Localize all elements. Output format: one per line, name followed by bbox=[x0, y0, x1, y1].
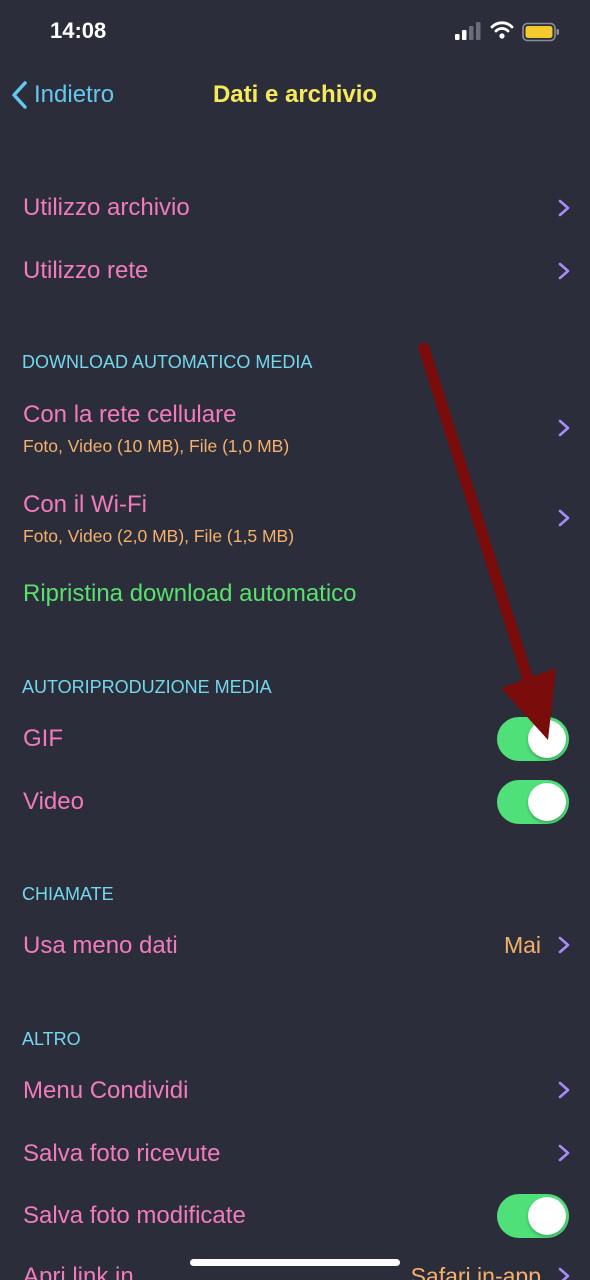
status-time: 14:08 bbox=[50, 18, 107, 43]
chevron-right-icon bbox=[558, 419, 570, 437]
reset-label: Ripristina download automatico bbox=[23, 580, 357, 607]
row-label: Utilizzo archivio bbox=[23, 194, 190, 221]
open-links-row[interactable]: Apri link in Safari in-app bbox=[0, 1252, 590, 1280]
save-received-photos-row[interactable]: Salva foto ricevute bbox=[0, 1126, 590, 1180]
chevron-right-icon bbox=[558, 1081, 570, 1099]
page-title: Dati e archivio bbox=[212, 81, 378, 108]
row-detail: Foto, Video (2,0 MB), File (1,5 MB) bbox=[23, 526, 295, 546]
toggle-knob bbox=[528, 783, 566, 821]
chevron-right-icon bbox=[558, 262, 570, 280]
toggle-knob bbox=[528, 1197, 566, 1235]
reset-auto-download-button[interactable]: Ripristina download automatico bbox=[0, 568, 590, 620]
section-header-other: ALTRO bbox=[22, 1029, 81, 1049]
row-label: Apri link in bbox=[23, 1263, 134, 1280]
section-header-auto-download: DOWNLOAD AUTOMATICO MEDIA bbox=[22, 352, 313, 372]
video-autoplay-toggle[interactable] bbox=[497, 780, 569, 824]
row-label: Salva foto ricevute bbox=[23, 1140, 221, 1167]
battery-icon bbox=[522, 22, 559, 42]
save-edited-photos-toggle[interactable] bbox=[497, 1194, 569, 1238]
row-label: Menu Condividi bbox=[23, 1077, 189, 1104]
network-usage-row[interactable]: Utilizzo rete bbox=[0, 243, 590, 299]
wifi-download-row[interactable]: Con il Wi-Fi Foto, Video (2,0 MB), File … bbox=[0, 482, 590, 562]
gif-autoplay-row: GIF bbox=[0, 712, 590, 766]
toggle-knob bbox=[528, 720, 566, 758]
row-value: Safari in-app bbox=[410, 1263, 541, 1280]
cellular-signal-icon bbox=[455, 22, 481, 40]
section-header-calls: CHIAMATE bbox=[22, 884, 114, 904]
section-header-autoplay: AUTORIPRODUZIONE MEDIA bbox=[22, 677, 272, 697]
row-label: Salva foto modificate bbox=[23, 1202, 246, 1229]
chevron-right-icon bbox=[558, 1267, 570, 1280]
row-value: Mai bbox=[503, 932, 541, 958]
row-label: Usa meno dati bbox=[23, 932, 178, 959]
share-menu-row[interactable]: Menu Condividi bbox=[0, 1063, 590, 1117]
row-label: Con la rete cellulare bbox=[23, 401, 237, 428]
row-detail: Foto, Video (10 MB), File (1,0 MB) bbox=[23, 436, 290, 456]
wifi-icon bbox=[490, 21, 514, 39]
cellular-download-row[interactable]: Con la rete cellulare Foto, Video (10 MB… bbox=[0, 392, 590, 472]
chevron-right-icon bbox=[558, 509, 570, 527]
chevron-right-icon bbox=[558, 199, 570, 217]
home-indicator[interactable] bbox=[190, 1259, 400, 1266]
row-label: Utilizzo rete bbox=[23, 257, 149, 284]
use-less-data-row[interactable]: Usa meno dati Mai bbox=[0, 918, 590, 972]
row-label: GIF bbox=[23, 725, 63, 752]
chevron-right-icon bbox=[558, 936, 570, 954]
row-label: Con il Wi-Fi bbox=[23, 491, 147, 518]
storage-usage-row[interactable]: Utilizzo archivio bbox=[0, 180, 590, 236]
gif-autoplay-toggle[interactable] bbox=[497, 717, 569, 761]
video-autoplay-row: Video bbox=[0, 775, 590, 829]
chevron-right-icon bbox=[558, 1144, 570, 1162]
save-edited-photos-row: Salva foto modificate bbox=[0, 1189, 590, 1243]
row-label: Video bbox=[23, 788, 84, 815]
